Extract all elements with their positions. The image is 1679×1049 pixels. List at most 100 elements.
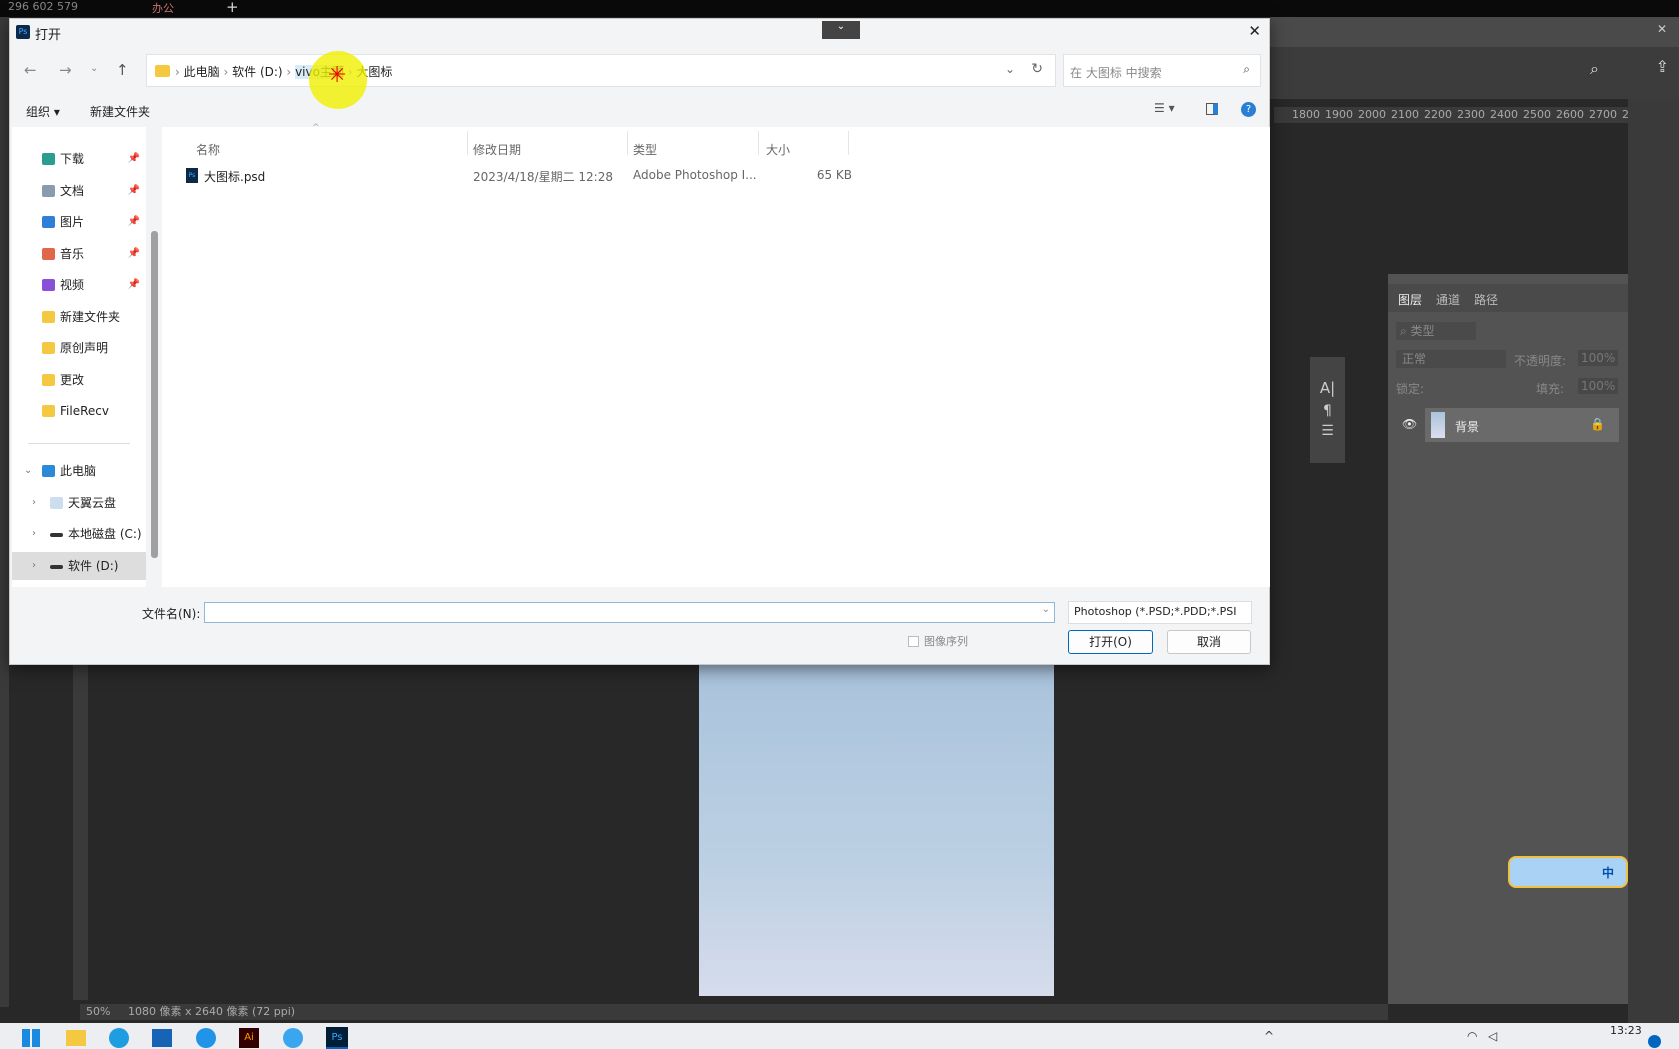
- nav-item[interactable]: 文档 📌: [12, 177, 146, 205]
- recent-dropdown[interactable]: ⌄: [90, 63, 98, 74]
- blend-mode-select[interactable]: 正常: [1396, 350, 1506, 368]
- preview-pane-icon[interactable]: [1206, 103, 1218, 115]
- close-icon[interactable]: ✕: [1657, 22, 1667, 36]
- view-options-icon[interactable]: ☰ ▾: [1154, 101, 1175, 115]
- column-type[interactable]: 类型: [633, 141, 657, 158]
- pin-icon[interactable]: 📌: [128, 145, 140, 173]
- column-size[interactable]: 大小: [766, 141, 790, 158]
- visibility-eye-icon[interactable]: 👁: [1402, 417, 1417, 431]
- nav-item[interactable]: 图片 📌: [12, 208, 146, 236]
- start-icon[interactable]: [22, 1029, 40, 1047]
- pin-icon[interactable]: 📌: [128, 271, 140, 299]
- crumb-this-pc[interactable]: 此电脑: [184, 65, 220, 79]
- tree-item[interactable]: ⌄ 此电脑: [12, 457, 146, 485]
- tree-item-label: 此电脑: [60, 464, 97, 478]
- pin-icon[interactable]: 📌: [128, 240, 140, 268]
- organize-menu[interactable]: 组织 ▾: [26, 103, 60, 120]
- nav-item[interactable]: 音乐 📌: [12, 240, 146, 268]
- back-button[interactable]: ←: [24, 61, 37, 79]
- pin-icon[interactable]: 📌: [128, 208, 140, 236]
- crumb-drive-d[interactable]: 软件 (D:): [232, 65, 282, 79]
- adjustments-icon[interactable]: ☰: [1310, 423, 1345, 439]
- file-date: 2023/4/18/星期二 12:28: [473, 170, 613, 184]
- ps-options-bar: ⌕ ⇪: [1270, 47, 1679, 99]
- browser-icon[interactable]: [196, 1028, 216, 1048]
- new-tab-button[interactable]: +: [226, 0, 239, 16]
- new-folder-button[interactable]: 新建文件夹: [90, 103, 150, 120]
- collapse-button[interactable]: ⌄: [822, 21, 860, 39]
- chevron-right-icon[interactable]: ›: [32, 552, 36, 580]
- close-button[interactable]: ✕: [1248, 22, 1261, 40]
- ime-mode[interactable]: 中: [1602, 864, 1614, 881]
- chevron-right-icon[interactable]: ›: [24, 583, 28, 587]
- tab-paths[interactable]: 路径: [1474, 291, 1498, 308]
- share-icon[interactable]: ⇪: [1656, 57, 1669, 76]
- tree-item[interactable]: › 软件 (D:): [12, 551, 146, 580]
- ruler-tick: 2200: [1424, 108, 1452, 121]
- ps-title-bar: ✕: [1270, 17, 1679, 47]
- forward-button[interactable]: →: [59, 61, 72, 79]
- fill-field[interactable]: 100%: [1578, 378, 1619, 394]
- clock[interactable]: 13:23: [1610, 1024, 1642, 1037]
- drive-icon: [50, 564, 63, 569]
- cancel-button[interactable]: 取消: [1167, 630, 1251, 654]
- search-icon[interactable]: ⌕: [1590, 59, 1599, 79]
- nav-item[interactable]: 更改: [12, 366, 146, 394]
- layer-row[interactable]: 背景 🔒: [1425, 408, 1619, 442]
- nav-item-label: 新建文件夹: [60, 309, 121, 324]
- nav-scrollbar[interactable]: [151, 231, 158, 558]
- paragraph-icon[interactable]: ¶: [1310, 403, 1345, 419]
- tree-item[interactable]: › 本地磁盘 (C:): [12, 520, 146, 548]
- file-row[interactable]: Ps 大图标.psd 2023/4/18/星期二 12:28 Adobe Pho…: [172, 163, 852, 189]
- illustrator-icon[interactable]: Ai: [239, 1028, 259, 1048]
- chevron-down-icon[interactable]: ⌄: [1042, 604, 1050, 615]
- nav-item[interactable]: 下载 📌: [12, 145, 146, 173]
- character-icon[interactable]: A|: [1310, 379, 1345, 397]
- file-explorer-icon[interactable]: [66, 1030, 86, 1046]
- tab-channels[interactable]: 通道: [1436, 291, 1460, 308]
- chevron-right-icon[interactable]: ›: [32, 489, 36, 517]
- document-icon: [42, 184, 55, 197]
- column-name[interactable]: 名称: [196, 141, 220, 158]
- nav-item[interactable]: 原创声明: [12, 334, 146, 362]
- notification-badge[interactable]: [1648, 1035, 1661, 1048]
- nav-item[interactable]: 新建文件夹: [12, 303, 146, 331]
- volume-icon[interactable]: ◁: [1488, 1029, 1497, 1043]
- address-bar[interactable]: › 此电脑 › 软件 (D:) › vivo主题 › 大图标 ⌄ ↻: [146, 54, 1056, 87]
- nav-item[interactable]: 视频 📌: [12, 271, 146, 299]
- nav-item-label: 音乐: [60, 246, 85, 261]
- tab-layers[interactable]: 图层: [1398, 291, 1422, 308]
- history-dropdown-icon[interactable]: ⌄: [1005, 62, 1015, 76]
- tree-item-label: 本地磁盘 (C:): [68, 527, 142, 541]
- tab-2[interactable]: 办公: [152, 0, 174, 16]
- ruler-tick: 2600: [1556, 108, 1584, 121]
- chevron-right-icon[interactable]: ›: [32, 520, 36, 548]
- search-box[interactable]: 在 大图标 中搜索 ⌕: [1063, 54, 1261, 87]
- filename-input[interactable]: ⌄: [204, 602, 1055, 623]
- image-sequence-checkbox[interactable]: [908, 636, 919, 647]
- ime-sticker[interactable]: 中: [1508, 856, 1628, 888]
- up-button[interactable]: ↑: [116, 61, 129, 79]
- opacity-field[interactable]: 100%: [1578, 350, 1619, 366]
- tree-item[interactable]: › 天翼云盘: [12, 489, 146, 517]
- help-icon[interactable]: ?: [1241, 102, 1256, 117]
- app-icon[interactable]: [283, 1028, 303, 1048]
- tab-1[interactable]: 296 602 579: [8, 0, 78, 13]
- tray-chevron-icon[interactable]: ^: [1264, 1029, 1274, 1043]
- edge-icon[interactable]: [109, 1028, 129, 1048]
- chevron-down-icon[interactable]: ⌄: [24, 457, 32, 485]
- wifi-icon[interactable]: ◠: [1467, 1029, 1477, 1043]
- ps-right-dock: [1628, 99, 1679, 1023]
- nav-item[interactable]: FileRecv: [12, 397, 146, 425]
- store-icon[interactable]: [152, 1029, 172, 1047]
- pin-icon[interactable]: 📌: [128, 177, 140, 205]
- refresh-icon[interactable]: ↻: [1031, 61, 1043, 77]
- layer-filter[interactable]: ⌕ 类型: [1396, 322, 1476, 340]
- mini-panel: A| ¶ ☰: [1310, 357, 1345, 463]
- open-button[interactable]: 打开(O): [1068, 630, 1153, 654]
- file-type-filter[interactable]: Photoshop (*.PSD;*.PDD;*.PSI: [1068, 601, 1252, 624]
- column-date[interactable]: 修改日期: [473, 141, 521, 158]
- zoom-level[interactable]: 50%: [86, 1004, 110, 1020]
- photoshop-taskbar-icon[interactable]: Ps: [326, 1027, 348, 1049]
- tree-item[interactable]: ›网络: [12, 583, 146, 587]
